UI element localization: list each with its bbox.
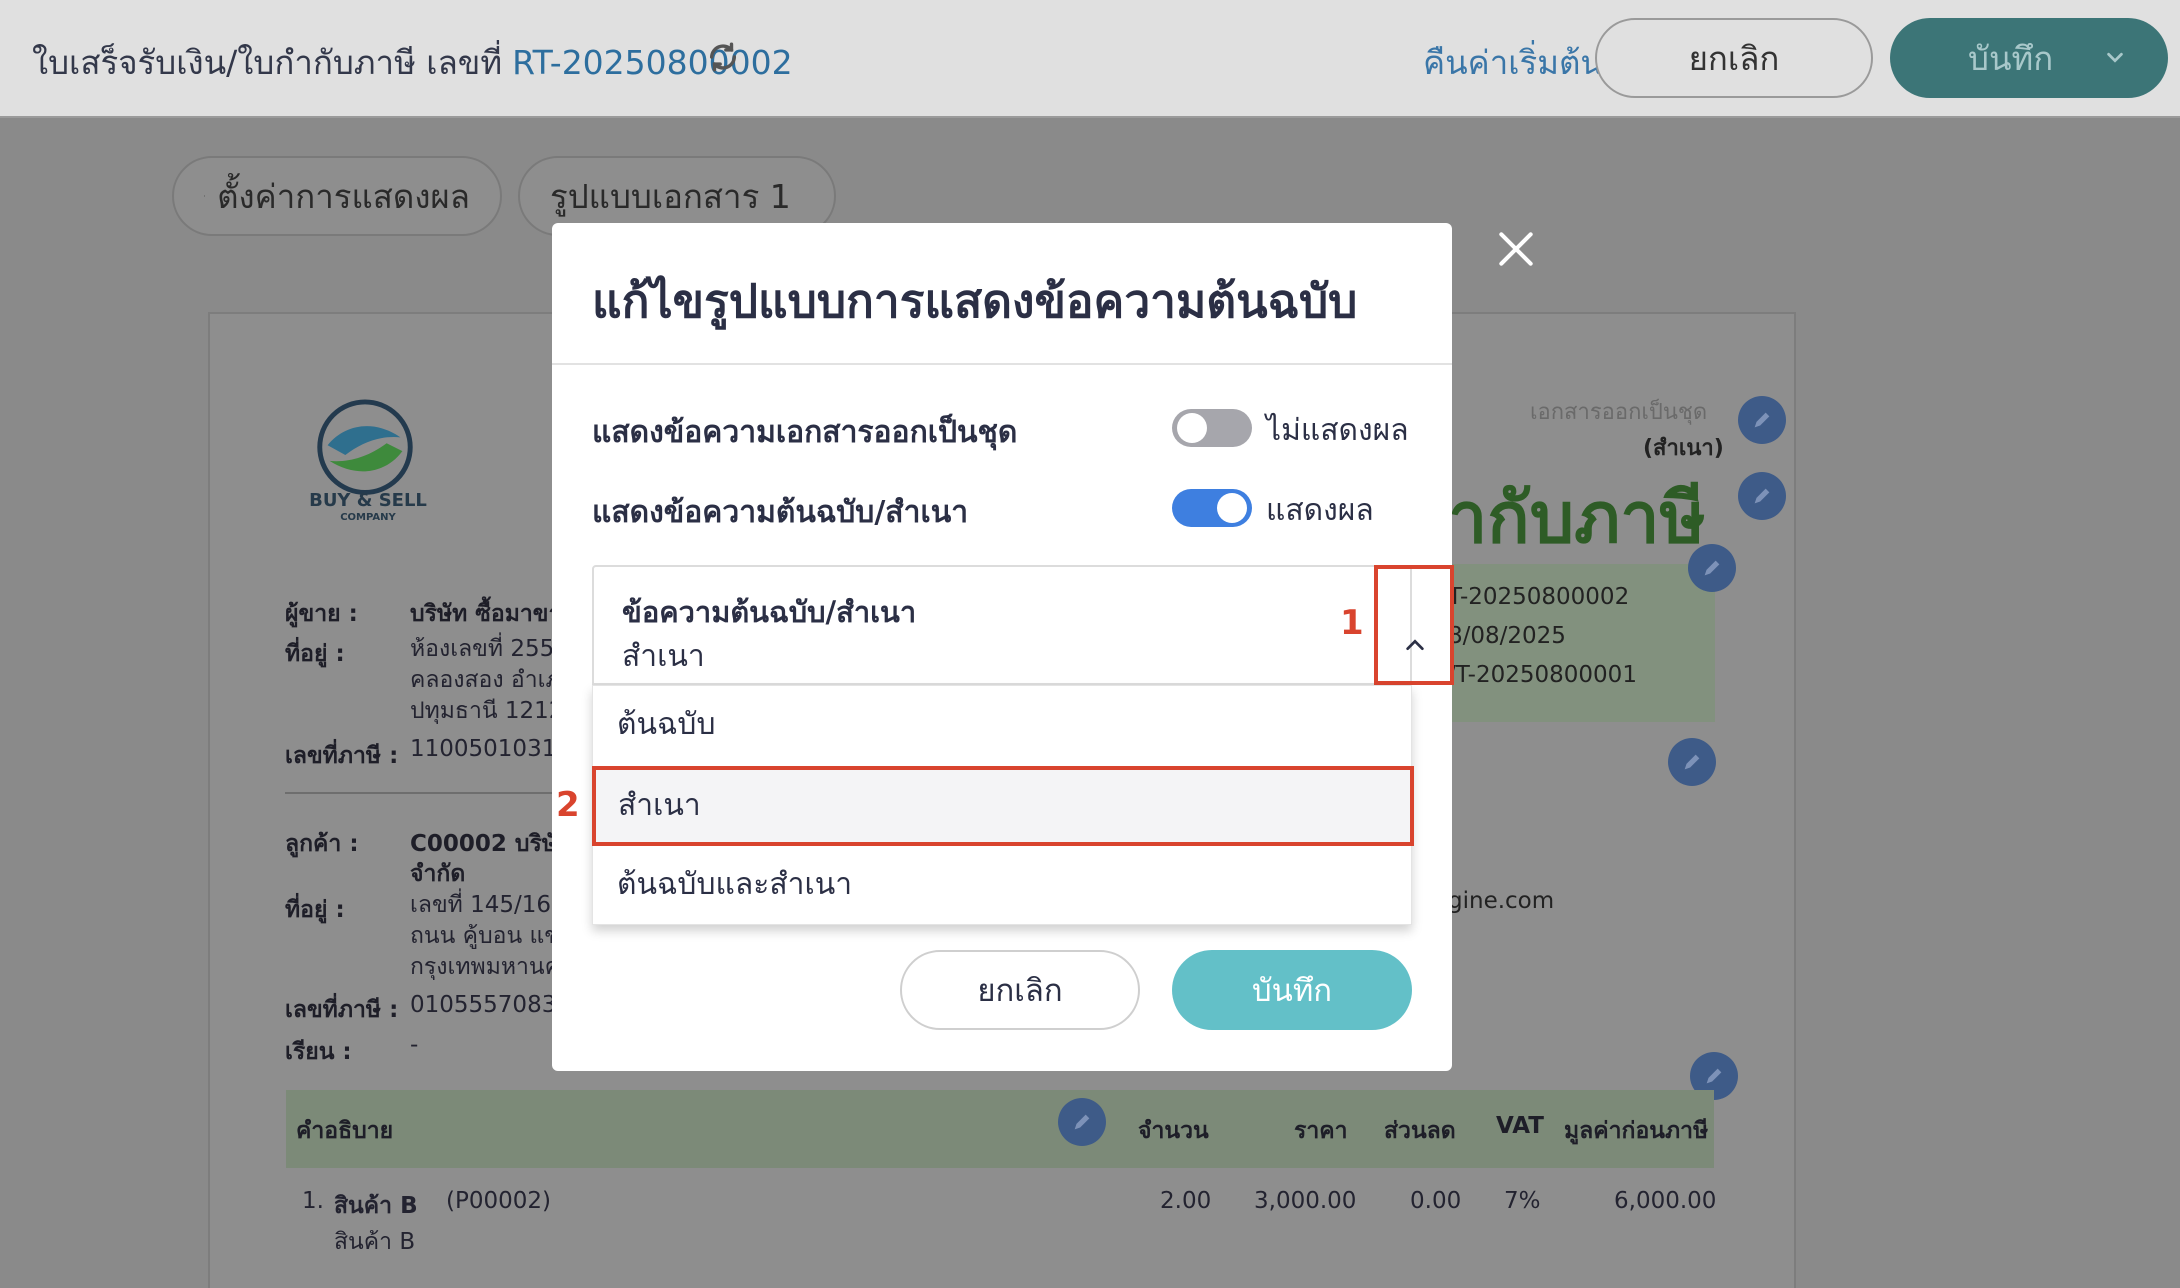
edit-button[interactable] <box>1688 544 1736 592</box>
item-name: สินค้า B <box>334 1193 418 1219</box>
top-bar: ใบเสร็จรับเงิน/ใบกำกับภาษี เลขที่ RT-2025… <box>0 0 2180 118</box>
document-format-label: รูปแบบเอกสาร 1 <box>550 176 791 216</box>
column-vat: VAT <box>1496 1113 1544 1139</box>
edit-copy-text-modal: แก้ไขรูปแบบการแสดงข้อความต้นฉบับ แสดงข้อ… <box>552 223 1454 1071</box>
select-value: สำเนา <box>622 639 705 674</box>
item-price: 3,000.00 <box>1254 1188 1357 1214</box>
pencil-icon <box>1074 1114 1090 1130</box>
show-original-copy-label: แสดงข้อความต้นฉบับ/สำเนา <box>592 495 969 530</box>
customer-tax-id: 01055570833 <box>410 992 571 1018</box>
seller-address-line: ปทุมธานี 1212 <box>410 698 564 724</box>
option-original-and-copy[interactable]: ต้นฉบับและสำเนา <box>593 846 1413 926</box>
page-title: ใบเสร็จรับเงิน/ใบกำกับภาษี เลขที่ RT-2025… <box>32 36 793 89</box>
column-discount: ส่วนลด <box>1384 1118 1456 1144</box>
seller-tax-id: 11005010315 <box>410 736 571 762</box>
logo-subtext: COMPANY <box>340 512 396 523</box>
item-discount: 0.00 <box>1410 1188 1462 1214</box>
copy-set-label: เอกสารออกเป็นชุด <box>1530 400 1708 425</box>
option-original[interactable]: ต้นฉบับ <box>593 686 1413 766</box>
pencil-icon <box>1754 488 1770 504</box>
logo-text: BUY & SELL <box>309 490 427 511</box>
edit-button[interactable] <box>1668 738 1716 786</box>
show-copy-set-label: แสดงข้อความเอกสารออกเป็นชุด <box>592 415 1018 450</box>
pencil-icon <box>1704 560 1720 576</box>
row-number: 1. <box>302 1188 324 1214</box>
section-divider <box>285 792 567 794</box>
customer-address-line: กรุงเทพมหานค <box>410 954 561 980</box>
pencil-icon <box>1754 412 1770 428</box>
page-title-text: ใบเสร็จรับเงิน/ใบกำกับภาษี เลขที่ <box>32 43 503 82</box>
annotation-number: 2 <box>556 785 580 825</box>
edit-button[interactable] <box>1738 396 1786 444</box>
item-qty: 2.00 <box>1160 1188 1212 1214</box>
modal-divider <box>552 363 1452 365</box>
item-vat: 7% <box>1504 1188 1541 1214</box>
info-date: 8/08/2025 <box>1448 623 1566 649</box>
document-title: ำกับภาษี <box>1448 477 1706 559</box>
column-qty: จำนวน <box>1138 1118 1209 1144</box>
top-save-button[interactable]: บันทึก <box>1890 18 2168 98</box>
seller-label: ผู้ขาย : <box>285 601 358 627</box>
chevron-up-icon <box>1406 639 1424 651</box>
customer-address-label: ที่อยู่ : <box>285 897 345 923</box>
pencil-icon <box>1706 1068 1722 1084</box>
modal-title: แก้ไขรูปแบบการแสดงข้อความต้นฉบับ <box>592 274 1358 328</box>
modal-cancel-button[interactable]: ยกเลิก <box>900 950 1140 1030</box>
customer-tax-label: เลขที่ภาษี : <box>285 997 399 1023</box>
customer-address-line: เลขที่ 145/161 <box>410 892 566 918</box>
modal-save-button[interactable]: บันทึก <box>1172 950 1412 1030</box>
customer-address-line: ถนน คู้บอน แข <box>410 923 561 949</box>
show-copy-set-state: ไม่แสดงผล <box>1266 413 1409 448</box>
column-price: ราคา <box>1294 1118 1348 1144</box>
top-save-label: บันทึก <box>1968 38 2054 78</box>
refresh-icon[interactable] <box>706 40 740 74</box>
attention-label: เรียน : <box>285 1039 352 1065</box>
item-subtext: สินค้า B <box>334 1229 416 1255</box>
customer-name-line: จำกัด <box>410 861 466 887</box>
item-code: (P00002) <box>446 1188 551 1214</box>
toggle-knob <box>1177 413 1207 443</box>
dropdown-toggle-highlight[interactable] <box>1374 565 1454 685</box>
display-settings-label: ตั้งค่าการแสดงผล <box>217 176 470 216</box>
reset-defaults-link[interactable]: คืนค่าเริ่มต้น <box>1423 36 1603 89</box>
show-original-copy-toggle[interactable] <box>1172 489 1252 527</box>
seller-address-line: ห้องเลขที่ 255 <box>410 636 555 662</box>
column-pretax: มูลค่าก่อนภาษี <box>1564 1118 1709 1144</box>
item-pretax: 6,000.00 <box>1614 1188 1717 1214</box>
info-reference: /T-20250800001 <box>1448 662 1637 688</box>
select-label: ข้อความต้นฉบับ/สำเนา <box>622 595 917 629</box>
seller-address-line: คลองสอง อำเภ <box>410 667 561 693</box>
copy-type-label: (สำเนา) <box>1643 436 1724 461</box>
email-text: gine.com <box>1448 888 1555 914</box>
seller-name: บริษัท ซื้อมาขา <box>410 601 562 627</box>
toggle-knob <box>1217 493 1247 523</box>
edit-button[interactable] <box>1058 1098 1106 1146</box>
edit-button[interactable] <box>1738 472 1786 520</box>
show-copy-set-toggle[interactable] <box>1172 409 1252 447</box>
top-cancel-button[interactable]: ยกเลิก <box>1595 18 1873 98</box>
customer-label: ลูกค้า : <box>285 831 359 857</box>
seller-tax-label: เลขที่ภาษี : <box>285 743 399 769</box>
display-settings-button[interactable]: ตั้งค่าการแสดงผล <box>172 156 502 236</box>
seller-address-label: ที่อยู่ : <box>285 641 345 667</box>
original-copy-select[interactable]: ข้อความต้นฉบับ/สำเนา สำเนา 1 <box>592 565 1454 685</box>
option-copy[interactable]: สำเนา <box>592 766 1414 846</box>
annotation-number: 1 <box>1340 603 1364 643</box>
chevron-down-icon[interactable] <box>2104 46 2126 68</box>
column-description: คำอธิบาย <box>296 1118 394 1144</box>
close-icon[interactable] <box>1494 227 1538 271</box>
info-doc-number: T-20250800002 <box>1448 584 1630 610</box>
gear-icon <box>204 195 206 197</box>
show-original-copy-state: แสดงผล <box>1266 493 1374 528</box>
document-number: RT-20250800002 <box>512 43 793 82</box>
attention-value: - <box>410 1032 419 1058</box>
pencil-icon <box>1684 754 1700 770</box>
dropdown-options-list: ต้นฉบับ สำเนา ต้นฉบับและสำเนา <box>592 685 1414 926</box>
